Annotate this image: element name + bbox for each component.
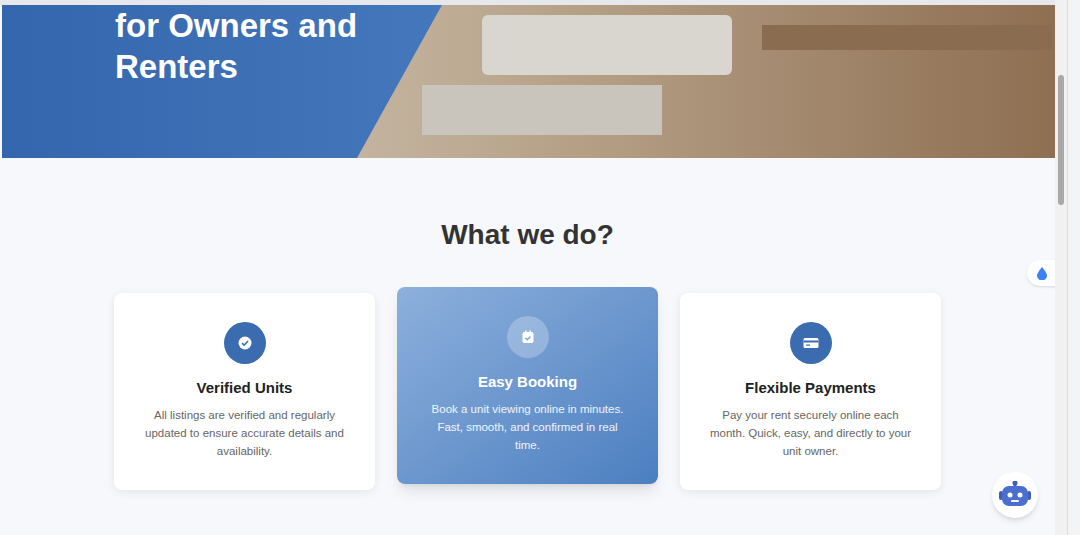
card-description: Book a unit viewing online in minutes. F… (425, 400, 630, 454)
water-icon[interactable] (1027, 260, 1055, 286)
chatbot-icon[interactable] (992, 472, 1038, 518)
card-description: All listings are verified and regularly … (142, 406, 347, 460)
scrollbar[interactable] (1055, 0, 1067, 535)
feature-card[interactable]: Flexible Payments Pay your rent securely … (680, 293, 941, 490)
card-description: Pay your rent securely online each month… (708, 406, 913, 460)
card-title: Flexible Payments (745, 378, 876, 398)
card-title: Easy Booking (478, 372, 577, 392)
feature-card[interactable]: Easy Booking Book a unit viewing online i… (397, 287, 658, 484)
hero-title: for Owners and Renters (115, 5, 382, 87)
hero-banner: for Owners and Renters (2, 5, 1055, 158)
check-badge-icon (224, 322, 266, 364)
browser-side-panel (1067, 0, 1080, 535)
credit-card-icon (790, 322, 832, 364)
card-title: Verified Units (197, 378, 293, 398)
calendar-check-icon (507, 316, 549, 358)
section-heading: What we do? (441, 218, 614, 252)
feature-card[interactable]: Verified Units All listings are verified … (114, 293, 375, 490)
